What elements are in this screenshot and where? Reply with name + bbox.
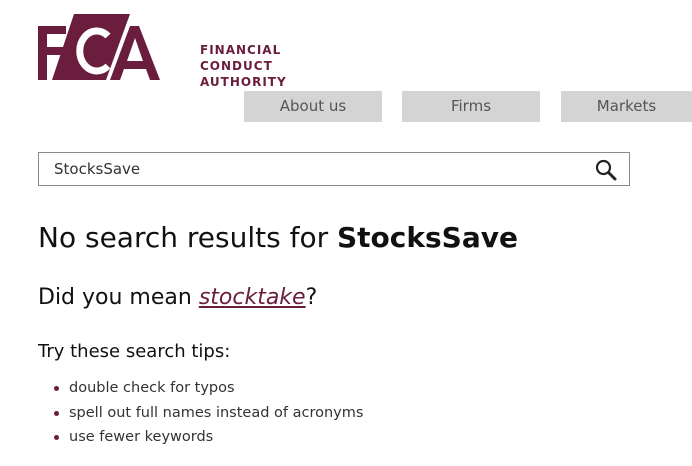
page: FINANCIAL CONDUCT AUTHORITY About us Fir… — [0, 0, 692, 466]
bullet-icon — [54, 386, 59, 391]
fca-logo[interactable]: FINANCIAL CONDUCT AUTHORITY — [38, 14, 286, 89]
bullet-icon — [54, 410, 59, 416]
fca-logo-mark — [38, 14, 160, 80]
list-item: spell out full names instead of acronyms — [52, 401, 363, 426]
did-you-mean: Did you mean stocktake? — [38, 283, 317, 313]
tip-text: spell out full names instead of acronyms — [69, 404, 364, 421]
tip-text: double check for typos — [69, 380, 235, 396]
suggest-suffix: ? — [305, 285, 318, 310]
tips-list: double check for typos spell out full na… — [52, 376, 363, 450]
suggest-prefix: Did you mean — [38, 285, 199, 310]
search-input[interactable]: StocksSave — [54, 153, 140, 185]
search-term: StocksSave — [337, 221, 518, 254]
tips-title: Try these search tips: — [38, 341, 231, 362]
tip-text: use fewer keywords — [69, 429, 214, 445]
logo-line-3: AUTHORITY — [200, 75, 287, 89]
nav-about-us[interactable]: About us — [244, 91, 382, 122]
bullet-icon — [54, 435, 59, 440]
logo-line-1: FINANCIAL — [200, 43, 282, 57]
nav-markets[interactable]: Markets — [561, 91, 692, 122]
title-prefix: No search results for — [38, 221, 337, 254]
logo-wordmark: FINANCIAL CONDUCT AUTHORITY — [200, 42, 287, 90]
logo-line-2: CONDUCT — [200, 59, 273, 73]
suggestion-link[interactable]: stocktake — [199, 285, 306, 310]
list-item: double check for typos — [52, 376, 363, 401]
search-icon[interactable] — [595, 159, 617, 181]
page-title: No search results for StocksSave — [38, 220, 518, 256]
nav-firms[interactable]: Firms — [402, 91, 540, 122]
search-box[interactable]: StocksSave — [38, 152, 630, 186]
list-item: use fewer keywords — [52, 425, 363, 450]
